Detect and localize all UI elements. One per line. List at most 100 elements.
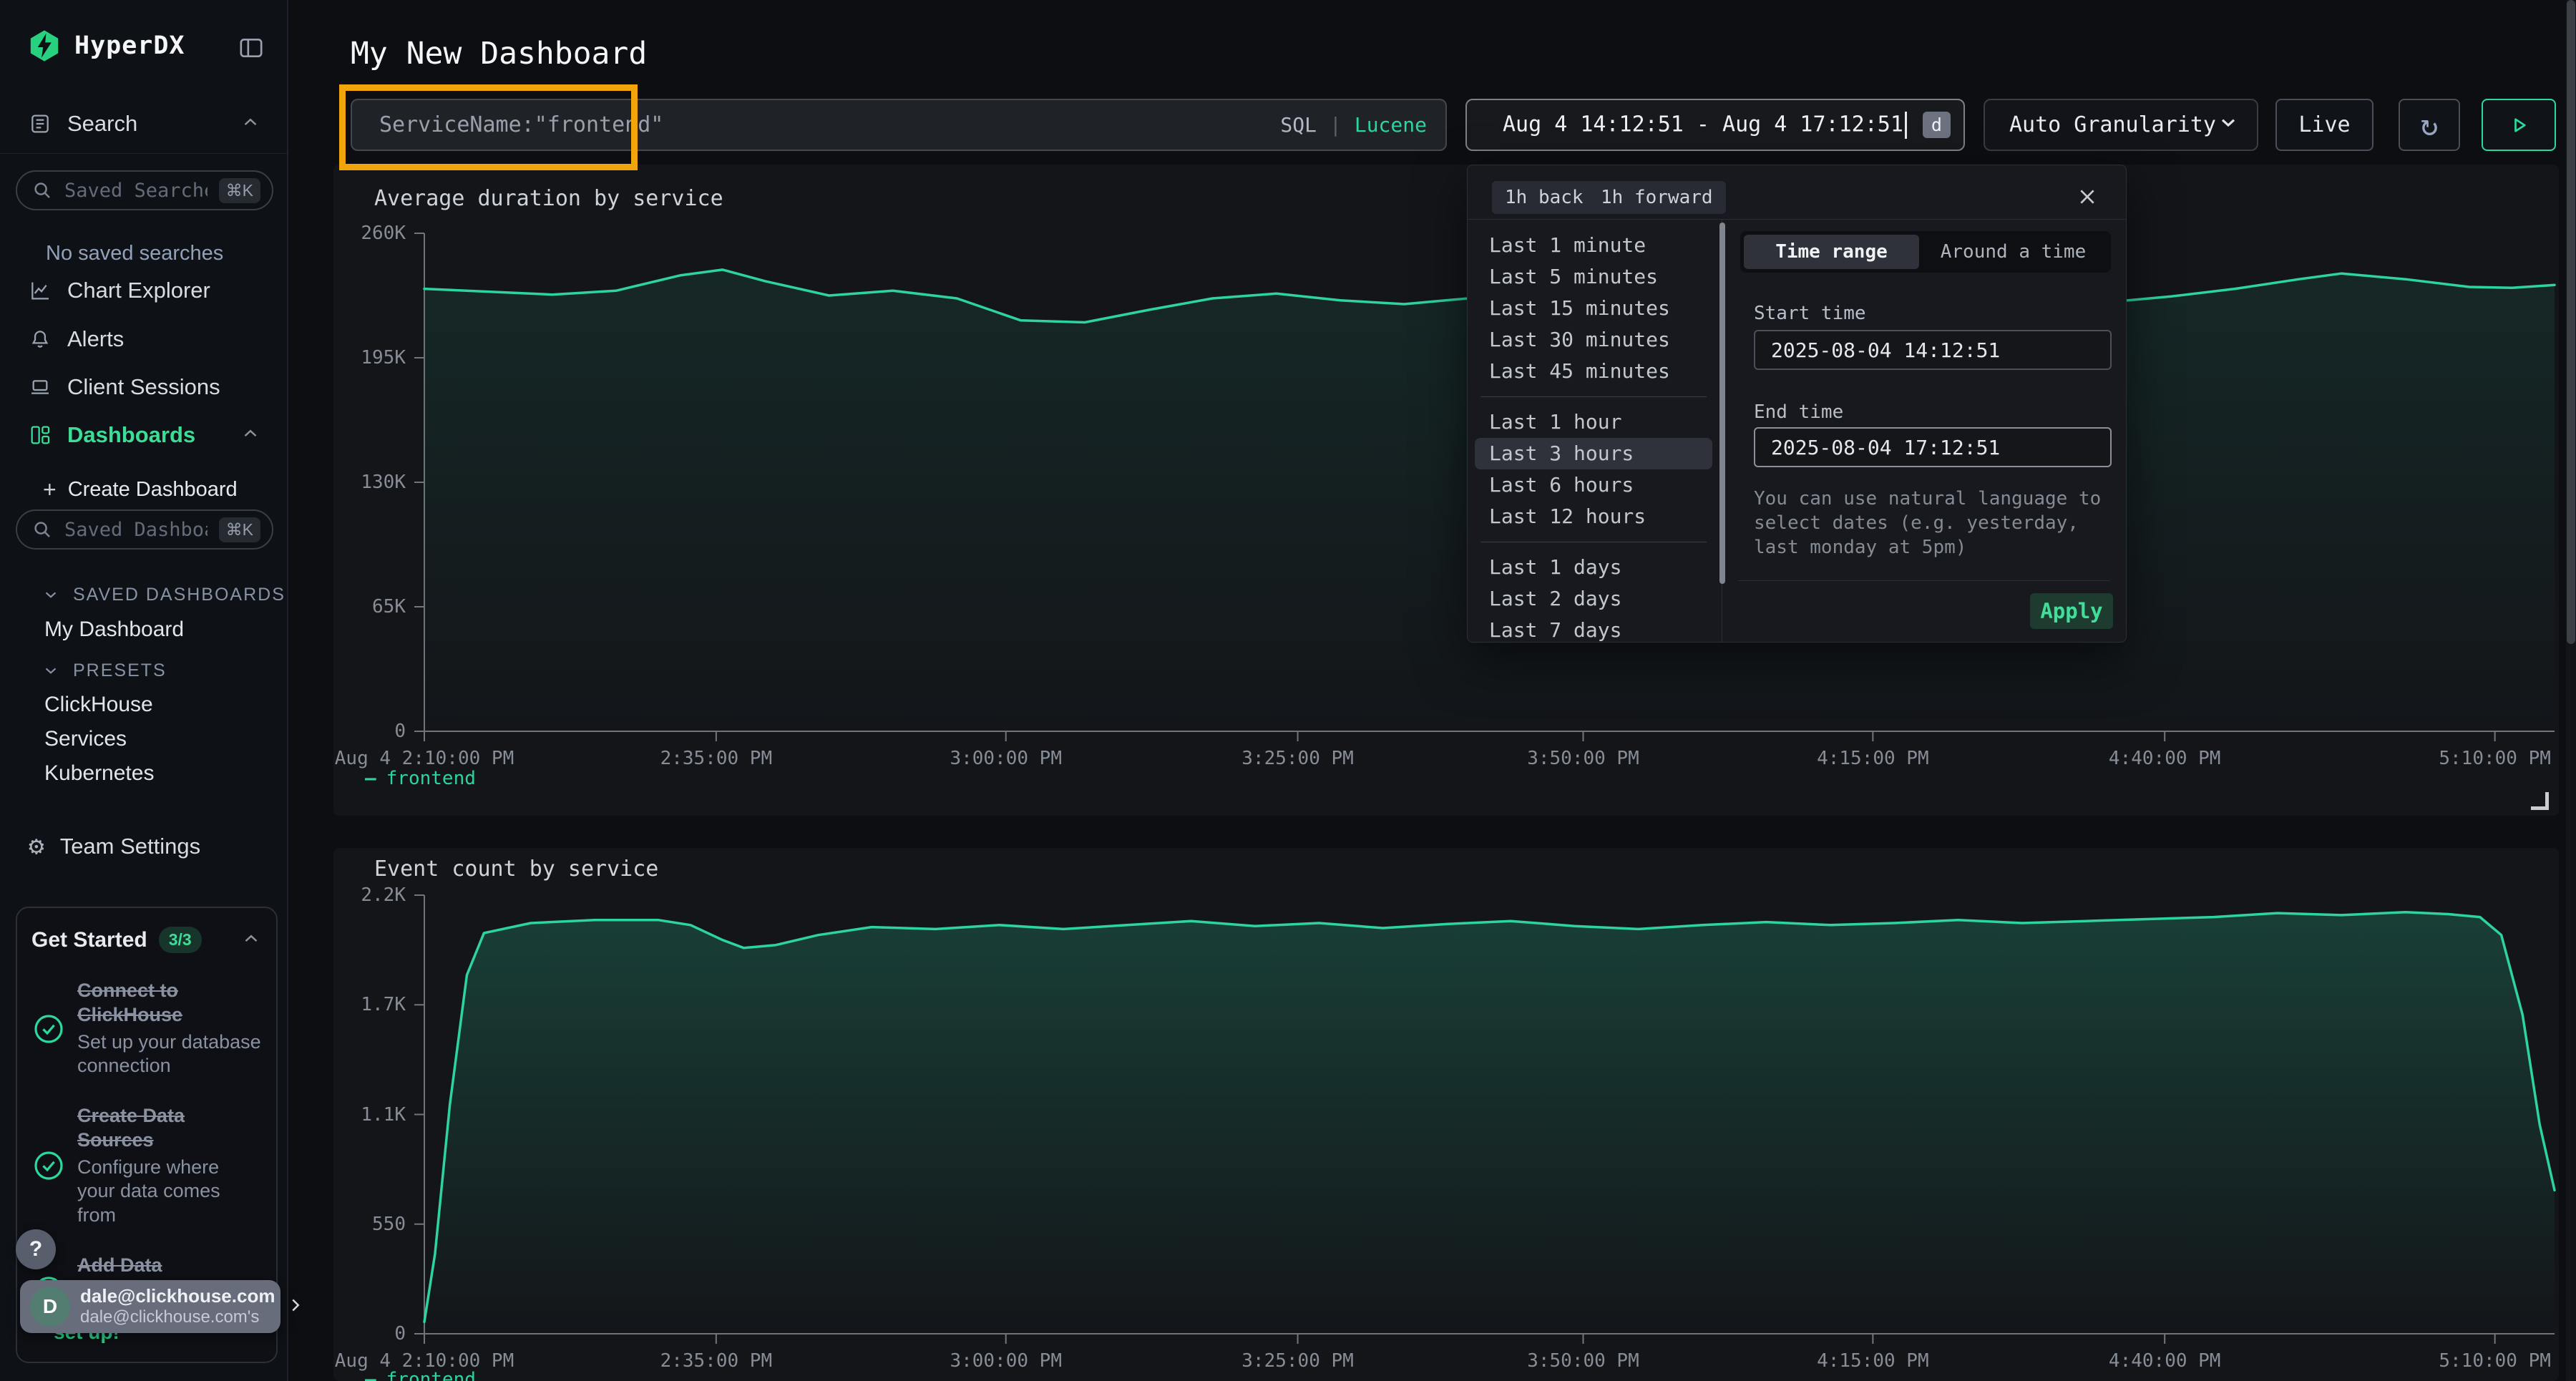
chevron-down-icon — [2217, 111, 2240, 140]
saved-searches-input[interactable] — [63, 179, 209, 202]
time-range-option[interactable]: Last 15 minutes — [1468, 293, 1719, 324]
end-time-input[interactable] — [1754, 427, 2112, 467]
shift-back-button[interactable]: 1h back — [1492, 181, 1596, 214]
sidebar-item-kubernetes[interactable]: Kubernetes — [44, 759, 154, 788]
time-range-list: Last 1 minuteLast 5 minutesLast 15 minut… — [1468, 219, 1719, 643]
x-axis-tick-label: 3:00:00 PM — [856, 1350, 1156, 1372]
y-axis-tick-label: 2.2K — [333, 883, 406, 907]
sidebar-item-team-settings[interactable]: ⚙ Team Settings — [0, 829, 288, 864]
refresh-button[interactable]: ↻ — [2399, 99, 2460, 151]
bell-icon — [29, 328, 52, 351]
sidebar-item-label: Dashboards — [67, 422, 195, 448]
chevron-down-icon — [42, 585, 60, 604]
sidebar-item-clickhouse[interactable]: ClickHouse — [44, 690, 153, 719]
section-saved-dashboards[interactable]: SAVED DASHBOARDS — [42, 581, 286, 608]
get-started-step[interactable]: Create Data Sources Configure where your… — [31, 1104, 262, 1228]
sidebar-item-services[interactable]: Services — [44, 725, 127, 753]
x-axis-tick-label: 4:15:00 PM — [1722, 1350, 2023, 1372]
create-dashboard-button[interactable]: + Create Dashboard — [43, 474, 238, 505]
scrollbar-thumb[interactable] — [2567, 0, 2575, 644]
step-title: Add Data — [77, 1254, 262, 1278]
x-axis-tick-label: 2:35:00 PM — [566, 1350, 867, 1372]
legend-swatch: — — [365, 1369, 376, 1381]
legend-series-name: frontend — [386, 768, 476, 789]
hyperdx-logo-icon — [27, 29, 62, 63]
start-time-label: Start time — [1754, 303, 1866, 324]
natural-language-hint: You can use natural language to select d… — [1754, 487, 2119, 560]
x-axis-tick-label: 5:10:00 PM — [2345, 1350, 2576, 1372]
create-dashboard-label: Create Dashboard — [68, 478, 238, 502]
search-icon — [31, 180, 53, 201]
sidebar-item-search[interactable]: Search — [0, 106, 288, 142]
query-language-toggle[interactable]: SQL | Lucene — [1280, 113, 1427, 137]
saved-dashboards-search[interactable]: ⌘K — [16, 509, 273, 550]
x-axis-tick-label: 4:40:00 PM — [2014, 747, 2315, 770]
time-range-option[interactable]: Last 2 days — [1468, 583, 1719, 615]
brand[interactable]: HyperDX — [27, 29, 185, 63]
time-range-option[interactable]: Last 7 days — [1468, 615, 1719, 643]
y-axis-tick-label: 65K — [333, 595, 406, 619]
chart-panel-avg-duration[interactable]: Average duration by service 065K130K195K… — [333, 165, 2559, 816]
play-icon — [2506, 112, 2532, 138]
section-presets[interactable]: PRESETS — [42, 657, 167, 684]
saved-searches-search[interactable]: ⌘K — [16, 170, 273, 210]
query-input[interactable]: ServiceName:"frontend" SQL | Lucene — [351, 99, 1447, 151]
chart-legend[interactable]: — frontend — [365, 1369, 476, 1381]
time-range-option[interactable]: Last 1 days — [1468, 552, 1719, 583]
chevron-up-icon[interactable] — [240, 928, 262, 952]
page-title: My New Dashboard — [351, 36, 647, 72]
page-scrollbar[interactable] — [2566, 0, 2576, 1381]
time-range-option[interactable]: Last 45 minutes — [1468, 356, 1719, 387]
sidebar-item-client-sessions[interactable]: Client Sessions — [0, 369, 288, 405]
saved-dashboards-input[interactable] — [63, 518, 209, 542]
time-range-option[interactable]: Last 30 minutes — [1468, 324, 1719, 356]
close-icon[interactable] — [2073, 182, 2102, 211]
chart-legend[interactable]: — frontend — [365, 768, 476, 789]
start-time-input[interactable] — [1754, 330, 2112, 370]
chart-panel-event-count[interactable]: Event count by service 05501.1K1.7K2.2KA… — [333, 848, 2559, 1381]
list-scrollbar[interactable] — [1719, 223, 1725, 584]
sidebar-item-alerts[interactable]: Alerts — [0, 321, 288, 357]
tab-time-range[interactable]: Time range — [1744, 235, 1919, 269]
chevron-up-icon[interactable] — [240, 112, 261, 136]
y-axis-tick-label: 130K — [333, 470, 406, 494]
granularity-select[interactable]: Auto Granularity — [1984, 99, 2258, 151]
check-circle-icon — [31, 1012, 66, 1046]
shift-forward-button[interactable]: 1h forward — [1588, 181, 1726, 214]
sql-toggle[interactable]: SQL — [1280, 113, 1317, 137]
query-text: ServiceName:"frontend" — [379, 112, 663, 137]
sidebar-item-label: Client Sessions — [67, 374, 220, 400]
run-query-button[interactable] — [2482, 99, 2556, 151]
time-range-option[interactable]: Last 5 minutes — [1468, 261, 1719, 293]
get-started-step[interactable]: Connect to ClickHouse Set up your databa… — [31, 979, 262, 1078]
granularity-value: Auto Granularity — [2009, 112, 2216, 137]
check-circle-icon — [31, 1148, 66, 1183]
time-range-option[interactable]: Last 6 hours — [1468, 469, 1719, 501]
apply-button[interactable]: Apply — [2030, 593, 2113, 629]
x-axis-tick-label: 3:25:00 PM — [1148, 1350, 1448, 1372]
chevron-up-icon[interactable] — [240, 423, 261, 447]
get-started-progress-badge: 3/3 — [159, 927, 202, 953]
sidebar-item-label: Team Settings — [60, 834, 200, 859]
sidebar-item-dashboards[interactable]: Dashboards — [0, 417, 288, 453]
lucene-toggle[interactable]: Lucene — [1355, 113, 1427, 137]
time-range-option[interactable]: Last 12 hours — [1468, 501, 1719, 532]
help-button[interactable]: ? — [16, 1229, 56, 1269]
time-range-option[interactable]: Last 1 hour — [1468, 406, 1719, 438]
divider — [1480, 396, 1707, 397]
y-axis-tick-label: 260K — [333, 221, 406, 245]
time-range-option[interactable]: Last 3 hours — [1475, 438, 1712, 469]
tab-around-a-time[interactable]: Around a time — [1919, 235, 2107, 269]
sidebar-item-chart-explorer[interactable]: Chart Explorer — [0, 273, 288, 308]
account-menu[interactable]: D dale@clickhouse.com dale@clickhouse.co… — [20, 1280, 280, 1333]
panel-resize-handle[interactable] — [2531, 792, 2549, 810]
sidebar-collapse-icon[interactable] — [235, 31, 268, 64]
sidebar-item-my-dashboard[interactable]: My Dashboard — [44, 615, 184, 644]
x-axis-tick-label: Aug 4 2:10:00 PM — [274, 747, 575, 770]
time-range-input[interactable]: Aug 4 14:12:51 - Aug 4 17:12:51 d — [1465, 99, 1965, 151]
x-axis-tick-label: 5:10:00 PM — [2345, 747, 2576, 770]
time-range-option[interactable]: Last 1 minute — [1468, 230, 1719, 261]
live-button[interactable]: Live — [2275, 99, 2373, 151]
section-title: PRESETS — [73, 660, 167, 681]
time-picker-tabs: Time range Around a time — [1740, 231, 2111, 273]
